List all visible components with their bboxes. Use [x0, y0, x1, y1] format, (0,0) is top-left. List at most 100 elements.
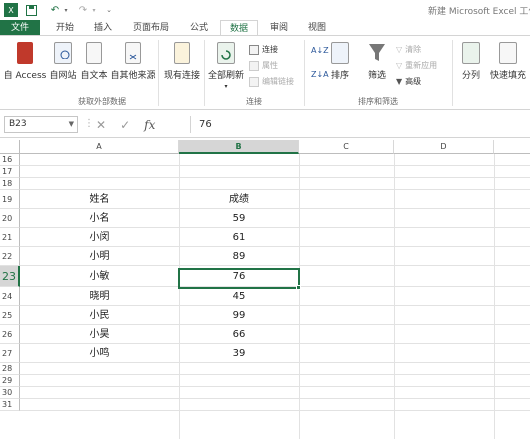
column-header-b[interactable]: B [179, 140, 299, 154]
cell-b26[interactable]: 66 [179, 325, 299, 344]
sort-az-icon[interactable]: A↓Z [311, 46, 329, 55]
refresh-all-button[interactable]: 全部刷新 ▾ [207, 42, 245, 91]
cell-a24[interactable]: 晓明 [20, 287, 179, 306]
gridline [494, 154, 495, 439]
existing-connections-button[interactable]: 现有连接 [162, 42, 202, 81]
text-to-columns-button[interactable]: 分列 [456, 42, 486, 81]
row-header-16[interactable]: 16 [0, 154, 20, 166]
tab-view[interactable]: 视图 [300, 20, 334, 36]
row-header-20[interactable]: 20 [0, 209, 20, 228]
name-box[interactable]: B23 ▼ [4, 116, 78, 133]
cell-b24[interactable]: 45 [179, 287, 299, 306]
refresh-icon [217, 42, 235, 64]
ribbon-tabs: 文件 开始 插入 页面布局 公式 数据 审阅 视图 [0, 20, 530, 36]
undo-dropdown-icon[interactable]: ▾ [62, 3, 70, 17]
cell-b21[interactable]: 61 [179, 228, 299, 247]
row-header-24[interactable]: 24 [0, 287, 20, 306]
text-to-columns-label: 分列 [461, 71, 480, 81]
properties-button[interactable]: 属性 [249, 60, 278, 71]
cell-b19[interactable]: 成绩 [179, 190, 299, 209]
cell-b25[interactable]: 99 [179, 306, 299, 325]
from-text-label: 自文本 [80, 71, 108, 81]
gridline [20, 410, 530, 411]
row-header-27[interactable]: 27 [0, 344, 20, 363]
worksheet-grid[interactable]: A B C D 16 17 18 19 姓名 成绩 20 小名 59 21 小闵 61 22 小明 89 23… [0, 140, 530, 439]
cancel-icon[interactable]: ✕ [96, 118, 106, 132]
row-header-17[interactable]: 17 [0, 166, 20, 178]
cell-b27[interactable]: 39 [179, 344, 299, 363]
gridline [20, 398, 530, 399]
row-header-31[interactable]: 31 [0, 399, 20, 411]
cell-a21[interactable]: 小闵 [20, 228, 179, 247]
advanced-button[interactable]: ▼ 高级 [396, 76, 421, 87]
filter-label: 筛选 [367, 71, 386, 81]
cell-b20[interactable]: 59 [179, 209, 299, 228]
formula-input[interactable]: 76 [190, 116, 530, 133]
cell-a19[interactable]: 姓名 [20, 190, 179, 209]
tab-file[interactable]: 文件 [0, 20, 40, 36]
tab-insert[interactable]: 插入 [86, 20, 120, 36]
redo-dropdown-icon[interactable]: ▾ [90, 3, 98, 17]
from-access-button[interactable]: 自 Access [3, 42, 47, 81]
flash-fill-icon [499, 42, 517, 64]
sort-za-icon[interactable]: Z↓A [311, 70, 329, 79]
column-header-d[interactable]: D [394, 140, 494, 154]
row-header-22[interactable]: 22 [0, 247, 20, 266]
flash-fill-label: 快速填充 [489, 71, 526, 81]
cell-a20[interactable]: 小名 [20, 209, 179, 228]
tab-page-layout[interactable]: 页面布局 [124, 20, 178, 36]
edit-links-button[interactable]: 编辑链接 [249, 76, 294, 87]
existing-connections-label: 现有连接 [163, 71, 200, 81]
clear-button[interactable]: ▽ 清除 [396, 44, 421, 55]
gridline [299, 154, 300, 439]
sort-button[interactable]: 排序 [328, 42, 352, 81]
cell-a26[interactable]: 小昊 [20, 325, 179, 344]
cell-a23[interactable]: 小敏 [20, 266, 179, 287]
connections-label: 连接 [262, 45, 278, 54]
enter-icon[interactable]: ✓ [120, 118, 130, 132]
tab-home[interactable]: 开始 [48, 20, 82, 36]
refresh-dropdown-icon[interactable]: ▾ [224, 83, 227, 90]
fill-handle[interactable] [296, 285, 301, 290]
tab-data[interactable]: 数据 [220, 20, 258, 36]
row-header-23[interactable]: 23 [0, 266, 20, 287]
column-header-e[interactable] [494, 140, 530, 154]
row-header-25[interactable]: 25 [0, 306, 20, 325]
save-icon[interactable] [24, 3, 38, 17]
active-cell-border[interactable] [178, 268, 300, 289]
row-header-29[interactable]: 29 [0, 375, 20, 387]
advanced-label: 高级 [405, 77, 422, 86]
row-header-30[interactable]: 30 [0, 387, 20, 399]
undo-icon[interactable]: ↶ [48, 3, 62, 17]
row-header-19[interactable]: 19 [0, 190, 20, 209]
gridline [394, 154, 395, 439]
row-header-26[interactable]: 26 [0, 325, 20, 344]
reapply-button[interactable]: ▽ 重新应用 [396, 60, 437, 71]
from-text-button[interactable]: 自文本 [79, 42, 109, 81]
name-box-dropdown-icon[interactable]: ▼ [69, 117, 74, 132]
customize-qat-icon[interactable]: ⌄ [104, 3, 114, 17]
column-header-c[interactable]: C [299, 140, 394, 154]
select-all-corner[interactable] [0, 140, 20, 154]
flash-fill-button[interactable]: 快速填充 [486, 42, 530, 81]
gridline [20, 165, 530, 166]
row-header-21[interactable]: 21 [0, 228, 20, 247]
cell-a22[interactable]: 小明 [20, 247, 179, 266]
tab-formulas[interactable]: 公式 [182, 20, 216, 36]
insert-function-icon[interactable]: fx [144, 118, 155, 132]
row-header-18[interactable]: 18 [0, 178, 20, 190]
ribbon: 自 Access 自网站 自文本 自其他来源 现有连接 获取外部数据 全部刷新 … [0, 35, 530, 110]
cell-b22[interactable]: 89 [179, 247, 299, 266]
column-header-a[interactable]: A [20, 140, 179, 154]
cell-a27[interactable]: 小鸣 [20, 344, 179, 363]
from-other-sources-button[interactable]: 自其他来源 [110, 42, 156, 81]
connections-button[interactable]: 连接 [249, 44, 278, 55]
row-header-28[interactable]: 28 [0, 363, 20, 375]
tab-review[interactable]: 审阅 [262, 20, 296, 36]
redo-icon[interactable]: ↷ [76, 3, 90, 17]
reapply-label: 重新应用 [405, 61, 438, 70]
from-web-button[interactable]: 自网站 [48, 42, 78, 81]
filter-button[interactable]: 筛选 [364, 42, 390, 81]
cell-a25[interactable]: 小民 [20, 306, 179, 325]
separator [452, 40, 453, 106]
